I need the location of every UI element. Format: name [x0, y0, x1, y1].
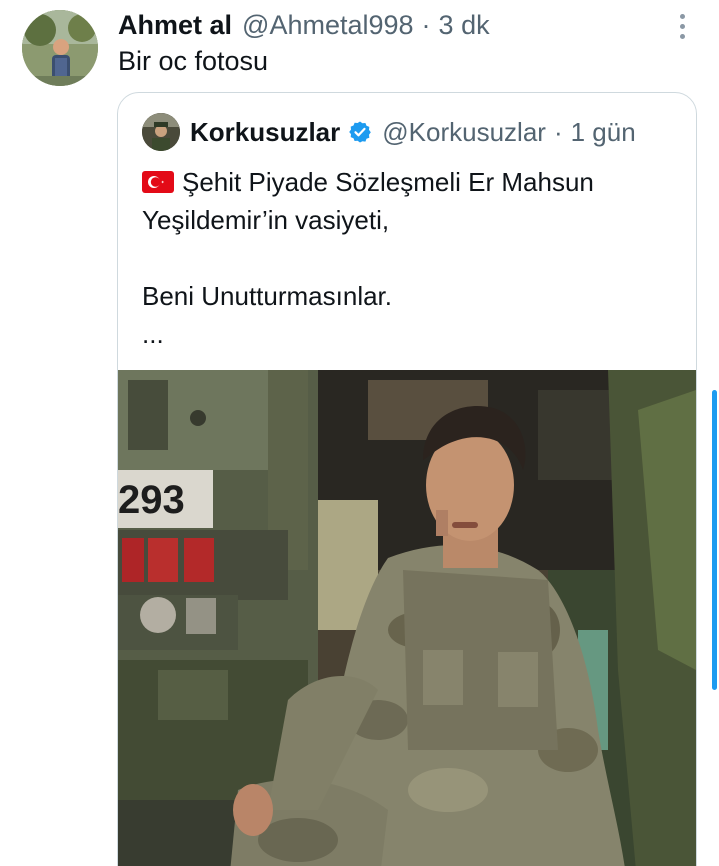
soldier-photo-image: 293	[118, 370, 696, 866]
quote-separator-dot: ·	[553, 116, 563, 147]
quote-line-2: Yeşildemir’in vasiyeti,	[142, 205, 390, 235]
verified-badge-icon	[349, 121, 372, 143]
quote-text: Şehit Piyade Sözleşmeli Er Mahsun Yeşild…	[142, 163, 682, 353]
separator-dot: ·	[421, 9, 431, 40]
tweet-page: Ahmet al @Ahmetal998 · 3 dk Bir oc fotos…	[0, 0, 719, 866]
tweet-timestamp[interactable]: 3 dk	[439, 10, 490, 41]
tweet-text: Bir oc fotosu	[118, 46, 269, 76]
author-handle[interactable]: @Ahmetal998	[242, 10, 414, 41]
soldier-photo[interactable]: 293	[118, 370, 696, 866]
more-vertical-icon[interactable]	[668, 12, 696, 40]
quote-line-1: Şehit Piyade Sözleşmeli Er Mahsun	[142, 163, 682, 201]
quote-line-4: ...	[142, 319, 164, 349]
quote-avatar-icon	[142, 113, 180, 151]
quote-header: Korkusuzlar @Korkusuzlar · 1 gün	[190, 113, 636, 151]
quote-timestamp[interactable]: 1 gün	[571, 117, 636, 148]
quote-line-3: Beni Unutturmasınlar.	[142, 281, 393, 311]
quote-author-name[interactable]: Korkusuzlar	[190, 117, 340, 148]
user-avatar-photo	[22, 10, 98, 86]
quote-line-1-text: Şehit Piyade Sözleşmeli Er Mahsun	[182, 167, 594, 197]
turkey-flag-icon	[142, 171, 174, 193]
scrollbar[interactable]	[712, 390, 717, 690]
quoted-tweet-card[interactable]: Korkusuzlar @Korkusuzlar · 1 gün Şehit P…	[117, 92, 697, 866]
avatar[interactable]	[22, 10, 98, 86]
quote-avatar[interactable]	[142, 113, 180, 151]
tweet-author-row: Ahmet al @Ahmetal998 · 3 dk	[118, 8, 490, 42]
author-name[interactable]: Ahmet al	[118, 10, 232, 41]
quote-author-handle[interactable]: @Korkusuzlar	[382, 117, 546, 148]
